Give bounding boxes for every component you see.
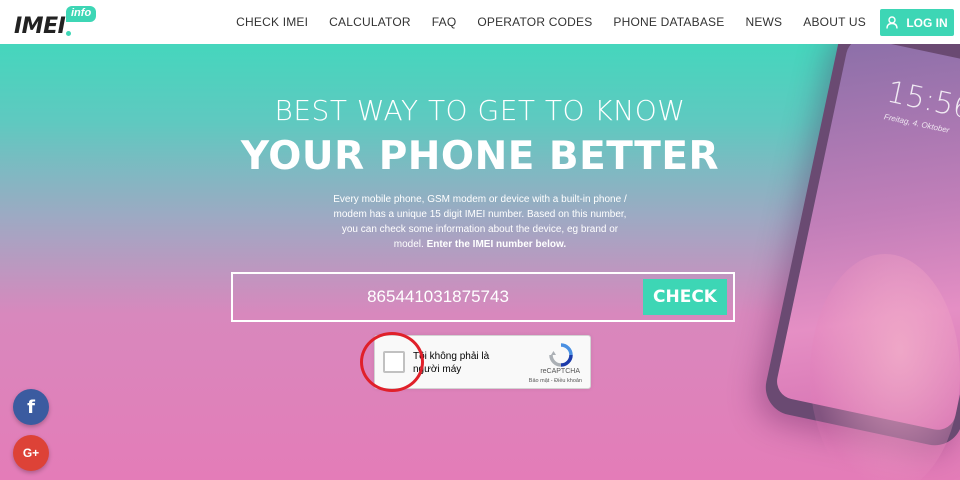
imei-search-box: CHECK	[231, 272, 735, 322]
nav-news[interactable]: NEWS	[745, 15, 782, 29]
login-button[interactable]: LOG IN	[880, 9, 954, 36]
login-label: LOG IN	[906, 15, 948, 30]
site-header: IMEI info CHECK IMEI CALCULATOR FAQ OPER…	[0, 0, 960, 44]
nav-about-us[interactable]: ABOUT US	[803, 15, 866, 29]
recaptcha-icon	[549, 343, 573, 367]
nav-operator-codes[interactable]: OPERATOR CODES	[477, 15, 592, 29]
recaptcha-label: Tôi không phải là người máy	[413, 351, 490, 375]
hand-image	[810, 254, 960, 480]
facebook-share-button[interactable]: f	[13, 389, 49, 425]
logo-dot	[66, 31, 72, 36]
logo-text: IMEI	[14, 14, 66, 39]
nav-calculator[interactable]: CALCULATOR	[329, 15, 411, 29]
nav-phone-database[interactable]: PHONE DATABASE	[613, 15, 724, 29]
nav-check-imei[interactable]: CHECK IMEI	[236, 15, 308, 29]
recaptcha-brand: reCAPTCHA	[540, 368, 580, 375]
facebook-icon: f	[27, 396, 35, 418]
site-logo[interactable]: IMEI info	[14, 6, 97, 39]
nav-faq[interactable]: FAQ	[432, 15, 457, 29]
hero-section: 15:56 Freitag, 4. Oktober BEST WAY TO GE…	[0, 44, 960, 480]
main-nav: CHECK IMEI CALCULATOR FAQ OPERATOR CODES…	[215, 0, 866, 44]
logo-badge: info	[66, 6, 97, 22]
hero-title: YOUR PHONE BETTER	[240, 134, 720, 179]
annotation-circle	[360, 332, 424, 392]
recaptcha-links[interactable]: Bảo mật - Điều khoản	[529, 378, 582, 384]
google-plus-share-button[interactable]: G+	[13, 435, 49, 471]
check-button[interactable]: CHECK	[643, 279, 727, 315]
user-icon	[886, 16, 899, 29]
description-strong: Enter the IMEI number below.	[426, 239, 567, 250]
google-plus-icon: G+	[22, 446, 40, 460]
imei-input[interactable]	[233, 274, 643, 320]
hero-subtitle: BEST WAY TO GET TO KNOW	[274, 94, 686, 127]
hero-description: Every mobile phone, GSM modem or device …	[330, 192, 630, 252]
